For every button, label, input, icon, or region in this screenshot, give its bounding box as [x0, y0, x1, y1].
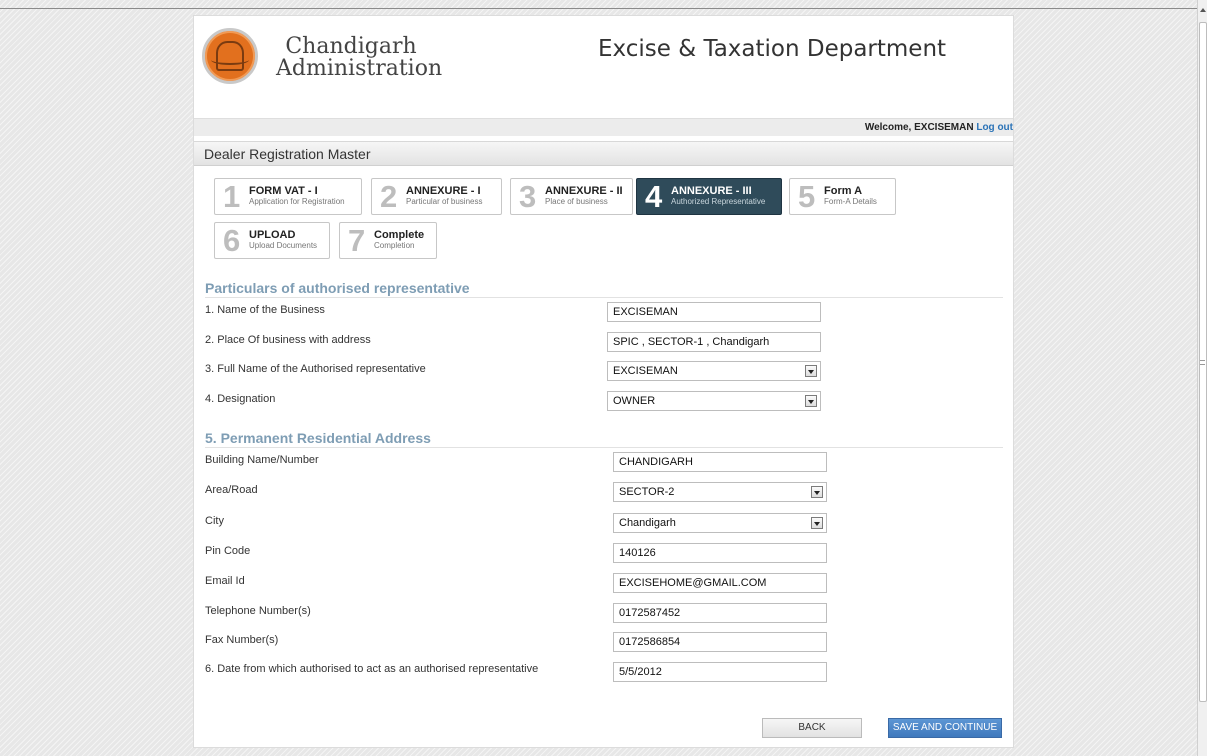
place-of-business-input[interactable]: SPIC , SECTOR-1 , Chandigarh — [607, 332, 821, 352]
step-number: 4 — [645, 179, 663, 214]
chandigarh-emblem-icon — [202, 28, 258, 84]
step-form-vat-1[interactable]: 1 FORM VAT - I Application for Registrat… — [214, 178, 362, 215]
step-number: 6 — [223, 223, 241, 258]
step-annexure-2[interactable]: 3 ANNEXURE - II Place of business — [510, 178, 633, 215]
step-annexure-1[interactable]: 2 ANNEXURE - I Particular of business — [371, 178, 502, 215]
step-complete[interactable]: 7 Complete Completion — [339, 222, 437, 259]
section-title-residential-address: 5. Permanent Residential Address — [205, 430, 431, 446]
label-building: Building Name/Number — [205, 454, 319, 466]
step-subtitle: Authorized Representative — [671, 197, 766, 206]
brand-name: Chandigarh Administration — [276, 34, 443, 81]
area-road-select[interactable]: SECTOR-2 — [613, 482, 827, 502]
label-authorised-date: 6. Date from which authorised to act as … — [205, 663, 539, 675]
authorised-date-input[interactable]: 5/5/2012 — [613, 662, 827, 682]
step-title: ANNEXURE - I — [406, 185, 481, 197]
step-title: Complete — [374, 229, 425, 241]
telephone-input[interactable]: 0172587452 — [613, 603, 827, 623]
scroll-up-arrow-icon[interactable] — [1200, 8, 1206, 12]
brand-line-2: Administration — [276, 56, 443, 81]
label-representative-name: 3. Full Name of the Authorised represent… — [205, 363, 426, 375]
city-value: Chandigarh — [619, 517, 676, 529]
pin-code-input[interactable]: 140126 — [613, 543, 827, 563]
step-subtitle: Place of business — [545, 197, 608, 206]
email-input[interactable]: EXCISEHOME@GMAIL.COM — [613, 573, 827, 593]
scrollbar-grip-icon — [1200, 360, 1205, 365]
step-number: 3 — [519, 179, 537, 214]
step-upload[interactable]: 6 UPLOAD Upload Documents — [214, 222, 330, 259]
dropdown-arrow-icon[interactable] — [805, 395, 817, 407]
label-city: City — [205, 515, 224, 527]
label-business-name: 1. Name of the Business — [205, 304, 325, 316]
dropdown-arrow-icon[interactable] — [811, 517, 823, 529]
step-subtitle: Particular of business — [406, 197, 483, 206]
designation-value: OWNER — [613, 395, 656, 407]
label-place-of-business: 2. Place Of business with address — [205, 334, 371, 346]
step-title: ANNEXURE - II — [545, 185, 623, 197]
dropdown-arrow-icon[interactable] — [805, 365, 817, 377]
label-email: Email Id — [205, 575, 245, 587]
step-title: UPLOAD — [249, 229, 296, 241]
site-header: Chandigarh Administration Excise & Taxat… — [194, 16, 1013, 118]
logout-link[interactable]: Log out — [976, 122, 1013, 133]
label-telephone: Telephone Number(s) — [205, 605, 311, 617]
representative-name-select[interactable]: EXCISEMAN — [607, 361, 821, 381]
section-divider — [205, 297, 1003, 298]
dropdown-arrow-icon[interactable] — [811, 486, 823, 498]
building-input[interactable]: CHANDIGARH — [613, 452, 827, 472]
user-bar: Welcome, EXCISEMAN Log out — [194, 118, 1013, 136]
representative-name-value: EXCISEMAN — [613, 365, 678, 377]
step-annexure-3[interactable]: 4 ANNEXURE - III Authorized Representati… — [636, 178, 782, 215]
section-divider — [205, 447, 1003, 448]
step-form-a[interactable]: 5 Form A Form-A Details — [789, 178, 896, 215]
step-subtitle: Form-A Details — [824, 197, 877, 206]
step-title: FORM VAT - I — [249, 185, 318, 197]
label-pin-code: Pin Code — [205, 545, 251, 557]
step-subtitle: Completion — [374, 241, 415, 250]
business-name-input[interactable]: EXCISEMAN — [607, 302, 821, 322]
step-subtitle: Upload Documents — [249, 241, 318, 250]
page-container: Chandigarh Administration Excise & Taxat… — [193, 15, 1014, 748]
step-title: ANNEXURE - III — [671, 185, 752, 197]
brand-line-1: Chandigarh — [285, 34, 417, 59]
area-road-value: SECTOR-2 — [619, 486, 675, 498]
label-fax: Fax Number(s) — [205, 634, 279, 646]
section-title-authorised-representative: Particulars of authorised representative — [205, 280, 470, 296]
step-number: 1 — [223, 179, 241, 214]
step-number: 2 — [380, 179, 398, 214]
designation-select[interactable]: OWNER — [607, 391, 821, 411]
save-and-continue-button[interactable]: SAVE AND CONTINUE — [888, 718, 1002, 738]
emblem-hand-shape — [211, 55, 249, 65]
back-button[interactable]: BACK — [762, 718, 862, 738]
page-title: Dealer Registration Master — [194, 141, 1013, 166]
step-title: Form A — [824, 185, 863, 197]
city-select[interactable]: Chandigarh — [613, 513, 827, 533]
label-designation: 4. Designation — [205, 393, 276, 405]
vertical-scrollbar[interactable] — [1197, 0, 1207, 756]
welcome-text: Welcome, EXCISEMAN — [864, 122, 974, 133]
top-divider — [0, 8, 1197, 9]
fax-input[interactable]: 0172586854 — [613, 632, 827, 652]
department-title: Excise & Taxation Department — [598, 36, 947, 62]
step-subtitle: Application for Registration — [249, 197, 345, 206]
step-number: 7 — [348, 223, 366, 258]
label-area-road: Area/Road — [205, 484, 258, 496]
step-number: 5 — [798, 179, 816, 214]
